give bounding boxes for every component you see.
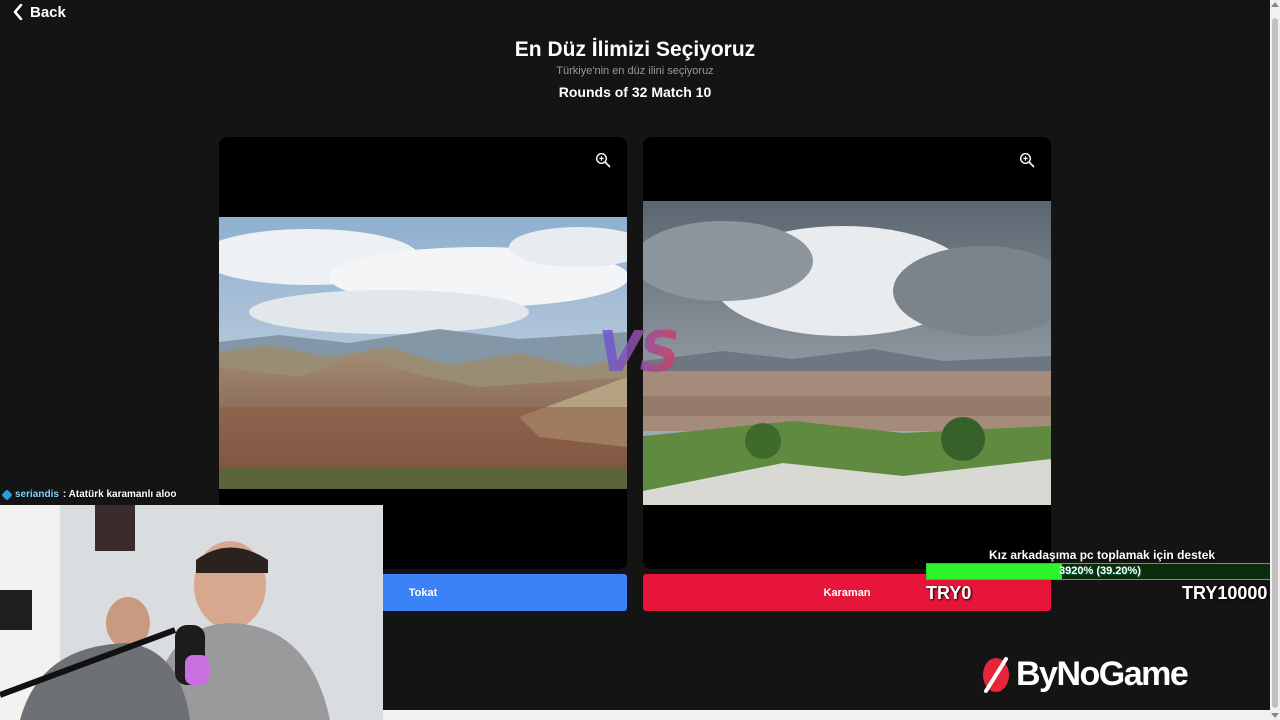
page-title: En Düz İlimizi Seçiyoruz [514, 38, 756, 61]
chat-username: seriandis [15, 489, 59, 500]
round-indicator: Rounds of 32 Match 10 [558, 84, 712, 100]
zoom-in-icon[interactable] [595, 152, 611, 168]
webcam-overlay [0, 505, 383, 720]
back-label: Back [30, 3, 66, 21]
chevron-left-icon [13, 4, 23, 20]
donation-goal-title: Kız arkadaşıma pc toplamak için destek [989, 548, 1216, 562]
chat-badge-icon [1, 488, 13, 501]
page-header: En Düz İlimizi Seçiyoruz Türkiye'nin en … [0, 36, 1270, 101]
scrollbar-thumb[interactable] [1272, 18, 1278, 708]
back-button[interactable]: Back [12, 2, 66, 22]
donation-max-label: TRY10000 [1182, 583, 1268, 603]
zoom-in-icon[interactable] [1019, 152, 1035, 168]
horizontal-scrollbar[interactable] [383, 710, 1270, 720]
donation-progress-bar: 3920% (39.20%) [926, 563, 1272, 580]
bynogame-logo-icon [983, 657, 1009, 693]
donation-min-label: TRY0 [926, 583, 972, 603]
chat-message: seriandis : Atatürk karamanlı aloo [1, 488, 177, 501]
vertical-scrollbar[interactable] [1270, 0, 1280, 720]
candidate-photo-tokat[interactable] [219, 217, 627, 489]
scroll-down-arrow-icon[interactable] [1271, 713, 1279, 718]
chat-text: : Atatürk karamanlı aloo [62, 489, 177, 500]
scroll-up-arrow-icon[interactable] [1271, 2, 1279, 7]
candidate-photo-karaman[interactable] [643, 201, 1051, 505]
candidate-card-karaman[interactable] [643, 137, 1051, 569]
logo-text: ByNoGame [1016, 654, 1189, 693]
vs-label: VS [588, 318, 688, 388]
donation-percent: 3920% (39.20%) [1059, 565, 1141, 577]
bynogame-logo: ByNoGame [980, 652, 1189, 696]
page-subtitle: Türkiye'nin en düz ilini seçiyoruz [556, 65, 714, 77]
